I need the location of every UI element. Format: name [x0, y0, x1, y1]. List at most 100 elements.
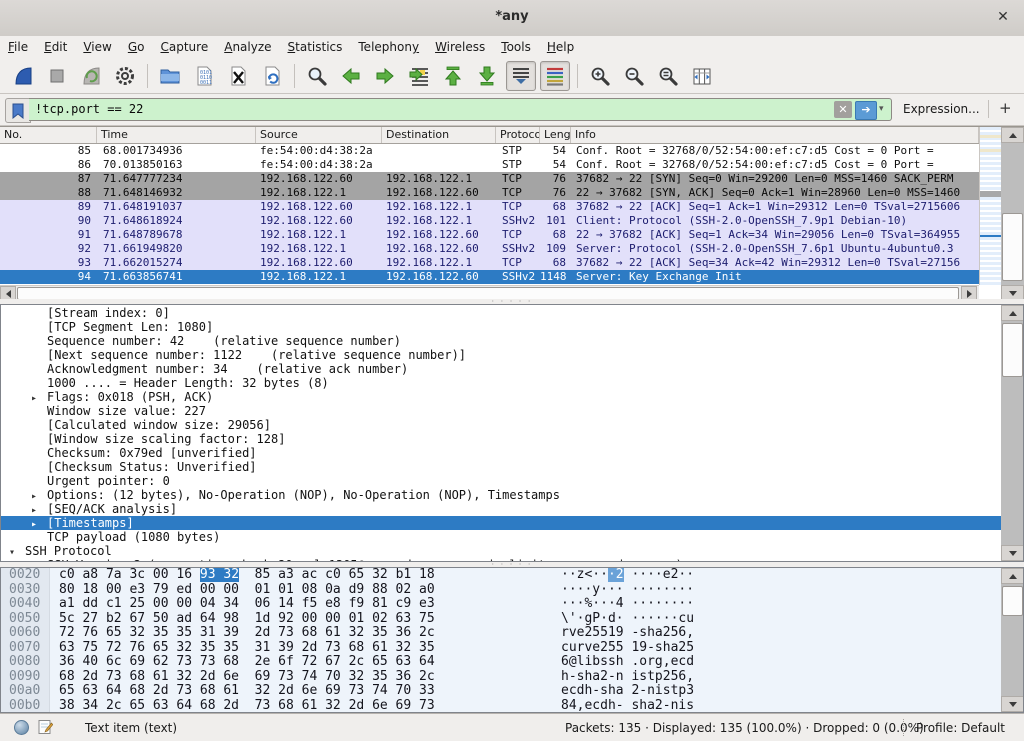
stop-capture-button[interactable] — [42, 61, 72, 91]
detail-line-11[interactable]: [Checksum Status: Unverified] — [1, 460, 1001, 474]
bytes-vscrollbar[interactable] — [1001, 568, 1024, 712]
go-last-packet-button[interactable] — [472, 61, 502, 91]
go-first-packet-button[interactable] — [438, 61, 468, 91]
expert-info-icon[interactable] — [14, 720, 29, 735]
packet-row-91[interactable]: 9171.648789678192.168.122.1192.168.122.6… — [0, 228, 979, 242]
hex-row-0030[interactable]: 003080 18 00 e3 79 ed 00 00 01 01 08 0a … — [1, 583, 1023, 598]
expand-icon[interactable]: ▸ — [31, 392, 47, 404]
hex-row-0060[interactable]: 006072 76 65 32 35 35 31 39 2d 73 68 61 … — [1, 626, 1023, 641]
auto-scroll-button[interactable] — [506, 61, 536, 91]
hex-row-00b0[interactable]: 00b038 34 2c 65 63 64 68 2d 73 68 61 32 … — [1, 699, 1023, 714]
detail-vscrollbar[interactable] — [1001, 305, 1024, 561]
resize-columns-button[interactable] — [687, 61, 717, 91]
go-back-button[interactable] — [336, 61, 366, 91]
capture-comment-icon[interactable] — [38, 719, 53, 738]
packet-list-hscrollbar[interactable] — [0, 285, 979, 300]
scroll-thumb[interactable] — [1002, 323, 1023, 377]
reload-capture-file-button[interactable] — [257, 61, 287, 91]
detail-line-12[interactable]: Urgent pointer: 0 — [1, 474, 1001, 488]
detail-line-0[interactable]: [Stream index: 0] — [1, 306, 1001, 320]
menu-capture[interactable]: Capture — [152, 38, 216, 56]
open-capture-file-button[interactable] — [155, 61, 185, 91]
column-header-time[interactable]: Time — [97, 127, 256, 143]
menu-help[interactable]: Help — [539, 38, 582, 56]
hex-row-0070[interactable]: 007063 75 72 76 65 32 35 35 31 39 2d 73 … — [1, 641, 1023, 656]
detail-line-2[interactable]: Sequence number: 42 (relative sequence n… — [1, 334, 1001, 348]
column-header-info[interactable]: Info — [571, 127, 979, 143]
capture-options-button[interactable] — [110, 61, 140, 91]
zoom-out-button[interactable] — [619, 61, 649, 91]
detail-line-14[interactable]: ▸[SEQ/ACK analysis] — [1, 502, 1001, 516]
detail-line-8[interactable]: [Calculated window size: 29056] — [1, 418, 1001, 432]
detail-line-15[interactable]: ▸[Timestamps] — [1, 516, 1001, 530]
column-header-source[interactable]: Source — [256, 127, 382, 143]
title-bar[interactable]: *any ✕ — [0, 0, 1024, 37]
scroll-down-icon[interactable] — [1001, 545, 1024, 561]
scroll-up-icon[interactable] — [1001, 568, 1024, 584]
zoom-in-button[interactable] — [585, 61, 615, 91]
close-capture-file-button[interactable] — [223, 61, 253, 91]
filter-apply-icon[interactable]: ➔ — [855, 101, 877, 120]
packet-row-86[interactable]: 8670.013850163fe:54:00:d4:38:2aSTP54Conf… — [0, 158, 979, 172]
hex-row-00a0[interactable]: 00a065 63 64 68 2d 73 68 61 32 2d 6e 69 … — [1, 684, 1023, 699]
detail-line-1[interactable]: [TCP Segment Len: 1080] — [1, 320, 1001, 334]
expand-icon[interactable]: ▸ — [31, 490, 47, 502]
detail-line-13[interactable]: ▸Options: (12 bytes), No-Operation (NOP)… — [1, 488, 1001, 502]
packet-row-94[interactable]: 9471.663856741192.168.122.1192.168.122.6… — [0, 270, 979, 284]
packet-list-vscrollbar[interactable] — [1001, 127, 1024, 301]
go-to-packet-button[interactable] — [404, 61, 434, 91]
collapse-icon[interactable]: ▾ — [9, 546, 25, 558]
packet-row-89[interactable]: 8971.648191037192.168.122.60192.168.122.… — [0, 200, 979, 214]
detail-line-4[interactable]: Acknowledgment number: 34 (relative ack … — [1, 362, 1001, 376]
start-capture-button[interactable] — [8, 61, 38, 91]
find-packet-button[interactable] — [302, 61, 332, 91]
expand-icon[interactable]: ▸ — [31, 504, 47, 516]
detail-line-7[interactable]: Window size value: 227 — [1, 404, 1001, 418]
packet-row-92[interactable]: 9271.661949820192.168.122.1192.168.122.6… — [0, 242, 979, 256]
menu-file[interactable]: File — [0, 38, 36, 56]
packet-row-90[interactable]: 9071.648618924192.168.122.60192.168.122.… — [0, 214, 979, 228]
column-header-destination[interactable]: Destination — [382, 127, 496, 143]
menu-statistics[interactable]: Statistics — [280, 38, 351, 56]
colorize-packets-button[interactable] — [540, 61, 570, 91]
column-header-no[interactable]: No. — [0, 127, 97, 143]
detail-line-5[interactable]: 1000 .... = Header Length: 32 bytes (8) — [1, 376, 1001, 390]
detail-line-6[interactable]: ▸Flags: 0x018 (PSH, ACK) — [1, 390, 1001, 404]
hex-row-0050[interactable]: 00505c 27 b2 67 50 ad 64 98 1d 92 00 00 … — [1, 612, 1023, 627]
packet-row-87[interactable]: 8771.647777234192.168.122.60192.168.122.… — [0, 172, 979, 186]
hex-row-0080[interactable]: 008036 40 6c 69 62 73 73 68 2e 6f 72 67 … — [1, 655, 1023, 670]
column-header-protocol[interactable]: Protocol — [496, 127, 540, 143]
menu-telephony[interactable]: Telephony — [350, 38, 427, 56]
menu-analyze[interactable]: Analyze — [216, 38, 279, 56]
detail-line-9[interactable]: [Window size scaling factor: 128] — [1, 432, 1001, 446]
scroll-thumb[interactable] — [1002, 213, 1023, 281]
add-filter-button[interactable]: + — [999, 99, 1012, 117]
restart-capture-button[interactable] — [76, 61, 106, 91]
filter-dropdown-icon[interactable]: ▾ — [879, 104, 884, 114]
scroll-thumb[interactable] — [1002, 586, 1023, 616]
hex-row-0090[interactable]: 009068 2d 73 68 61 32 2d 6e 69 73 74 70 … — [1, 670, 1023, 685]
detail-line-17[interactable]: ▾SSH Protocol — [1, 544, 1001, 558]
scroll-down-icon[interactable] — [1001, 696, 1024, 712]
detail-line-3[interactable]: [Next sequence number: 1122 (relative se… — [1, 348, 1001, 362]
zoom-original-button[interactable] — [653, 61, 683, 91]
go-forward-button[interactable] — [370, 61, 400, 91]
scroll-up-icon[interactable] — [1001, 305, 1024, 321]
menu-edit[interactable]: Edit — [36, 38, 75, 56]
packet-row-88[interactable]: 8871.648146932192.168.122.1192.168.122.6… — [0, 186, 979, 200]
packet-row-93[interactable]: 9371.662015274192.168.122.60192.168.122.… — [0, 256, 979, 270]
save-capture-file-button[interactable]: 010101100011 — [189, 61, 219, 91]
hex-row-0040[interactable]: 0040a1 dd c1 25 00 00 04 34 06 14 f5 e8 … — [1, 597, 1023, 612]
detail-line-10[interactable]: Checksum: 0x79ed [unverified] — [1, 446, 1001, 460]
expand-icon[interactable]: ▸ — [31, 518, 47, 530]
packet-row-85[interactable]: 8568.001734936fe:54:00:d4:38:2aSTP54Conf… — [0, 144, 979, 158]
close-icon[interactable]: ✕ — [994, 8, 1012, 26]
display-filter-input[interactable]: !tcp.port == 22 — [29, 98, 892, 121]
scroll-up-icon[interactable] — [1001, 127, 1024, 143]
hex-row-0020[interactable]: 0020c0 a8 7a 3c 00 16 93 32 85 a3 ac c0 … — [1, 568, 1023, 583]
filter-bookmark-button[interactable] — [5, 98, 31, 123]
status-profile[interactable]: Profile: Default — [916, 721, 1005, 735]
menu-view[interactable]: View — [75, 38, 119, 56]
filter-clear-icon[interactable]: ✕ — [834, 101, 852, 118]
expression-button[interactable]: Expression... — [903, 102, 980, 116]
